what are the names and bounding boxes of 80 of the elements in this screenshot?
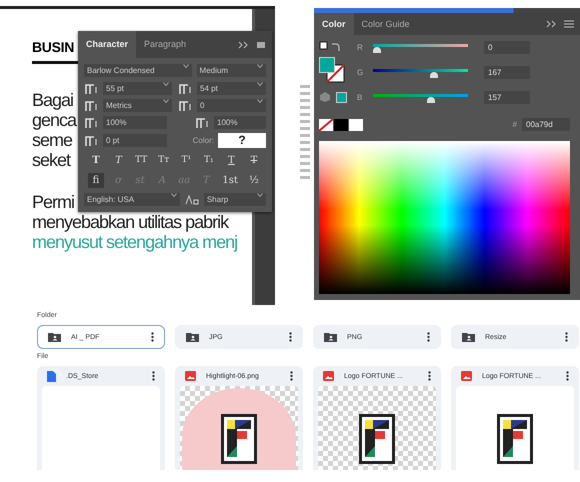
swap-icon[interactable] (319, 41, 341, 53)
hex-field[interactable]: 00a79d (522, 118, 570, 131)
text-style-button[interactable]: T¹ (178, 153, 194, 168)
input-field[interactable]: 100% (103, 116, 167, 129)
panel-tab[interactable]: Color (314, 13, 354, 35)
caret-icon (257, 193, 263, 197)
panel-tab[interactable]: Color Guide (354, 13, 418, 35)
text-style-button[interactable]: T (246, 153, 262, 168)
language-dropdown[interactable]: English: USA (84, 193, 180, 206)
more-icon[interactable] (289, 332, 292, 342)
caret-icon (257, 99, 263, 103)
caret-icon (163, 99, 169, 103)
document-text: Bagai (32, 90, 74, 110)
more-icon[interactable] (290, 371, 293, 381)
input-field[interactable]: 54 pt (197, 82, 266, 95)
input-field[interactable]: Metrics (103, 99, 172, 112)
cube-icon (319, 91, 331, 103)
input-field[interactable]: 0 (484, 41, 530, 54)
more-icon[interactable] (566, 371, 569, 381)
input-field[interactable]: 157 (484, 91, 530, 104)
more-icon[interactable] (427, 332, 430, 342)
font-family-dropdown[interactable]: Barlow Condensed (84, 64, 192, 77)
input-field[interactable]: 0 (197, 99, 266, 112)
input-field[interactable]: 167 (484, 66, 530, 79)
swatch-row-drawing[interactable] (319, 118, 365, 130)
antialias-icon (184, 194, 199, 204)
document-text: seme (32, 130, 72, 150)
collapse-icon[interactable] (546, 20, 558, 28)
more-icon[interactable] (151, 332, 154, 342)
document-icon (47, 370, 56, 382)
caret-icon (182, 64, 189, 68)
panel-tab[interactable]: Paragraph (136, 31, 194, 58)
document-heading: BUSIN (32, 39, 74, 55)
text-style-button[interactable]: T (223, 153, 240, 168)
opentype-button[interactable]: ½ (246, 173, 262, 188)
fill-stroke-swatch[interactable] (319, 57, 345, 83)
document-text: genca (32, 110, 76, 130)
document-text: menyebabkan utilitas pabrik (32, 212, 228, 232)
channel-label: G (357, 68, 364, 77)
antialias-dropdown[interactable]: Sharp (204, 193, 266, 206)
text-style-button[interactable]: T (88, 153, 104, 168)
font-style-dropdown[interactable]: Medium (196, 64, 266, 77)
image-icon (461, 371, 472, 381)
folder-icon (462, 332, 475, 342)
document-text: menyusut setengahnya menj (32, 232, 238, 252)
caret-icon (257, 82, 263, 86)
channel-label: B (357, 93, 364, 102)
text-style-button[interactable]: TT (133, 153, 150, 168)
color-label: Color: (192, 136, 214, 145)
text-style-button[interactable]: T (110, 153, 127, 168)
opentype-button[interactable]: fi (88, 173, 104, 188)
hex-label: # (512, 120, 517, 129)
more-icon[interactable] (428, 371, 431, 381)
color-swatch[interactable] (336, 92, 347, 102)
document-text: Permi (32, 192, 74, 212)
document-text: seket (32, 150, 70, 170)
slider-thumb[interactable] (430, 72, 438, 78)
more-icon[interactable] (565, 332, 568, 342)
input-field[interactable]: 0 pt (103, 134, 167, 147)
slider-thumb[interactable] (373, 46, 381, 52)
color-spectrum[interactable] (319, 141, 570, 294)
caret-icon (163, 82, 169, 86)
input-field[interactable]: 55 pt (103, 82, 172, 95)
text-style-button[interactable]: T₁ (200, 153, 217, 168)
folder-icon (186, 332, 199, 342)
folder-icon (324, 332, 337, 342)
color-field[interactable]: ? (218, 133, 266, 148)
more-icon[interactable] (152, 371, 155, 381)
image-icon (323, 371, 334, 381)
channel-label: R (357, 43, 364, 52)
folder-icon (48, 332, 61, 342)
slider-thumb[interactable] (426, 96, 435, 102)
collapse-icon[interactable] (238, 40, 250, 48)
image-icon (185, 371, 196, 381)
input-field[interactable]: 100% (214, 116, 266, 129)
caret-icon (257, 64, 263, 68)
text-style-button[interactable]: Tт (156, 153, 172, 168)
opentype-button[interactable]: 1st (220, 173, 240, 188)
caret-icon (170, 193, 177, 197)
panel-tab[interactable]: Character (78, 31, 136, 58)
